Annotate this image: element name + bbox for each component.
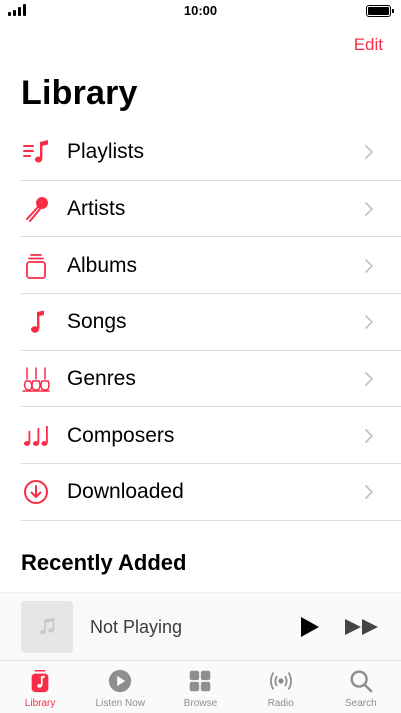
mini-player[interactable]: Not Playing [0, 592, 401, 660]
library-item-label: Albums [67, 253, 138, 277]
playlist-icon [21, 137, 51, 167]
library-item-albums[interactable]: Albums [21, 237, 401, 294]
library-item-label: Genres [67, 367, 136, 391]
status-time: 10:00 [183, 3, 218, 18]
library-item-playlists[interactable]: Playlists [21, 124, 401, 181]
library-icon [26, 667, 54, 695]
tab-radio[interactable]: Radio [241, 661, 321, 713]
guitars-icon [21, 364, 51, 394]
chevron-right-icon [359, 258, 379, 273]
tab-search[interactable]: Search [321, 661, 401, 713]
tab-label: Library [24, 698, 56, 709]
chevron-right-icon [359, 202, 379, 216]
radio-waves-icon [267, 667, 295, 695]
library-item-songs[interactable]: Songs [21, 294, 401, 351]
library-item-label: Playlists [67, 140, 145, 164]
chevron-right-icon [359, 372, 379, 386]
chevron-right-icon [359, 145, 379, 160]
play-circle-icon [106, 667, 134, 695]
fast-forward-icon [345, 619, 378, 635]
play-button[interactable] [297, 615, 321, 639]
music-note-placeholder-icon [40, 617, 55, 635]
tab-label: Radio [267, 698, 294, 709]
edit-button[interactable]: Edit [354, 35, 383, 55]
tab-browse[interactable]: Browse [160, 661, 240, 713]
download-circle-icon [21, 477, 51, 507]
library-item-composers[interactable]: Composers [21, 407, 401, 464]
tab-library[interactable]: Library [0, 661, 80, 713]
music-note-icon [21, 307, 51, 337]
grid-icon [186, 667, 214, 695]
library-item-label: Songs [67, 310, 127, 334]
battery-icon [366, 5, 394, 17]
fast-forward-button[interactable] [344, 617, 380, 637]
artwork-placeholder [21, 601, 73, 653]
tab-label: Browse [183, 698, 218, 709]
chevron-right-icon [359, 485, 379, 500]
library-item-artists[interactable]: Artists [21, 181, 401, 238]
music-notes-icon [21, 421, 51, 451]
chevron-right-icon [359, 428, 379, 443]
tab-bar: Library Listen Now Browse Radio Search [0, 660, 401, 713]
microphone-icon [21, 194, 51, 224]
page-title: Library [21, 74, 138, 112]
tab-label: Search [345, 698, 377, 709]
album-stack-icon [21, 251, 51, 281]
now-playing-title: Not Playing [90, 617, 183, 637]
library-item-label: Artists [67, 197, 126, 221]
search-icon [347, 667, 375, 695]
tab-listen-now[interactable]: Listen Now [80, 661, 160, 713]
library-item-downloaded[interactable]: Downloaded [21, 464, 401, 521]
status-bar: 10:00 [0, 0, 401, 22]
recently-added-heading: Recently Added [21, 550, 187, 575]
library-item-label: Composers [67, 423, 175, 447]
play-icon [301, 617, 319, 637]
chevron-right-icon [359, 315, 379, 330]
tab-label: Listen Now [95, 698, 146, 709]
library-item-label: Downloaded [67, 480, 184, 504]
library-item-genres[interactable]: Genres [21, 351, 401, 408]
library-list: Playlists Artists Albums Songs Genres Co… [21, 124, 401, 521]
